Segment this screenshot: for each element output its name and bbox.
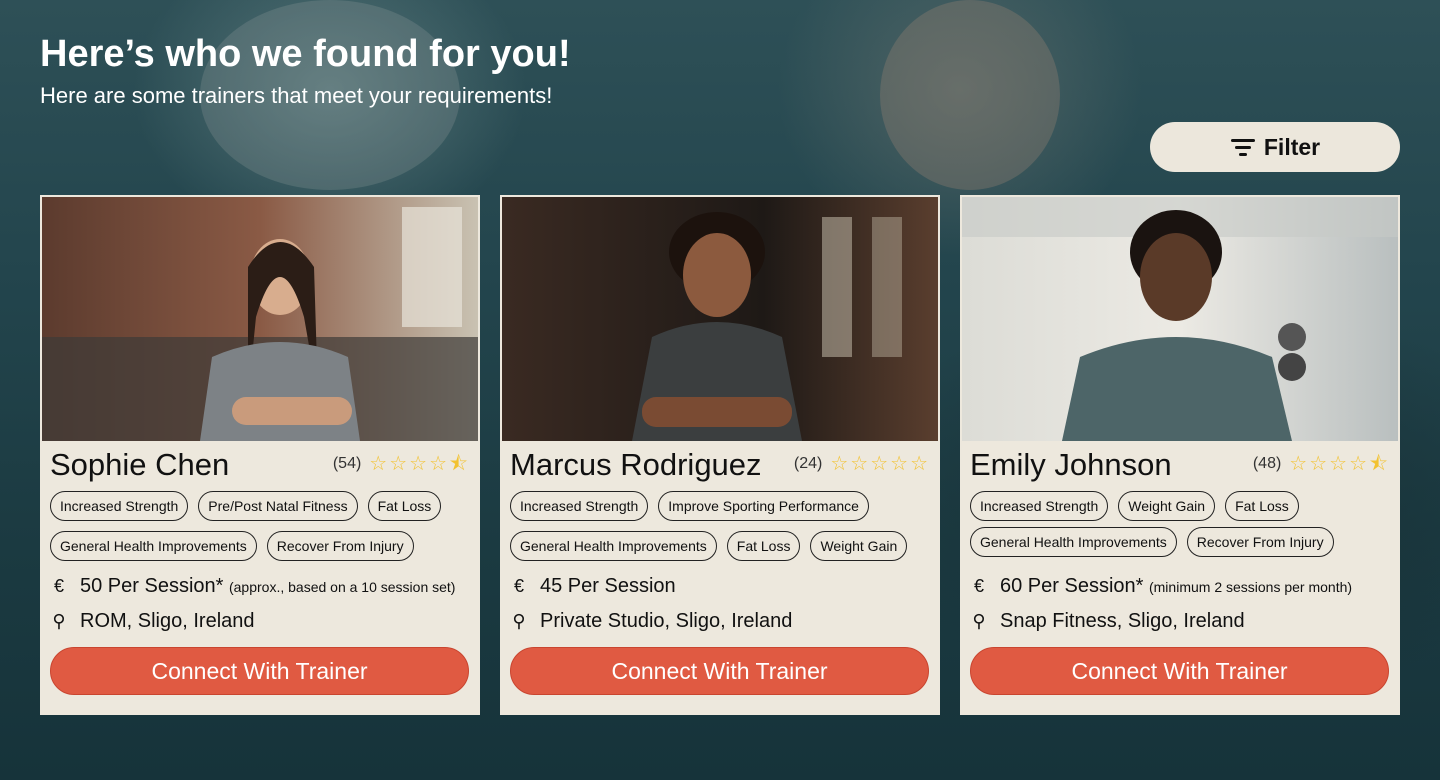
location-pin-icon: ⚲ (972, 611, 986, 631)
tag: Recover From Injury (266, 531, 414, 561)
tag: Increased Strength (50, 491, 189, 521)
tag: Weight Gain (810, 531, 908, 561)
price-note: (minimum 2 sessions per month) (1148, 579, 1353, 595)
filter-label: Filter (1263, 133, 1321, 160)
tag: Increased Strength (510, 491, 649, 521)
star-icon: ☆ (850, 453, 869, 475)
tag: Fat Loss (1225, 491, 1299, 521)
location-row: ⚲ Snap Fitness, Sligo, Ireland (970, 610, 1245, 633)
location-pin-icon: ⚲ (512, 611, 526, 631)
tag: General Health Improvements (50, 531, 257, 561)
star-icon: ☆ (870, 453, 889, 475)
trainer-name: Marcus Rodriguez (510, 447, 762, 482)
page-header: Here’s who we found for you! Here are so… (40, 30, 571, 110)
price: 45 Per Session (540, 575, 676, 597)
euro-icon: € (53, 576, 64, 596)
tag: Weight Gain (1118, 491, 1216, 521)
euro-icon: € (513, 576, 524, 596)
tag-list: Increased Strength Improve Sporting Perf… (510, 491, 935, 561)
star-icon: ☆ (409, 453, 428, 475)
page-subtitle: Here are some trainers that meet your re… (40, 83, 553, 108)
trainer-name: Emily Johnson (970, 447, 1172, 482)
tag: Recover From Injury (1186, 527, 1334, 557)
star-icon: ☆ (1329, 453, 1348, 475)
rating: (48) ☆ ☆ ☆ ☆ ⯪ (1253, 454, 1388, 474)
tag: Increased Strength (970, 491, 1109, 521)
location-row: ⚲ Private Studio, Sligo, Ireland (510, 610, 792, 633)
trainer-photo (962, 197, 1398, 441)
star-icon: ☆ (830, 453, 849, 475)
rating: (54) ☆ ☆ ☆ ☆ ⯪ (333, 454, 468, 474)
tag: General Health Improvements (970, 527, 1177, 557)
review-count: (48) (1252, 455, 1282, 472)
trainer-card: Sophie Chen (54) ☆ ☆ ☆ ☆ ⯪ Increased Str… (40, 195, 480, 715)
star-icon: ☆ (1309, 453, 1328, 475)
tag: General Health Improvements (510, 531, 717, 561)
trainer-photo (502, 197, 938, 441)
euro-icon: € (973, 576, 984, 596)
trainer-card: Marcus Rodriguez (24) ☆ ☆ ☆ ☆ ☆ Increase… (500, 195, 940, 715)
filter-icon (1230, 137, 1256, 157)
price-row: € 60 Per Session* (minimum 2 sessions pe… (970, 575, 1352, 598)
connect-with-trainer-button[interactable]: Connect With Trainer (510, 647, 929, 695)
review-count: (54) (332, 455, 362, 472)
price: 60 Per Session* (1000, 575, 1144, 597)
trainer-card: Emily Johnson (48) ☆ ☆ ☆ ☆ ⯪ Increased S… (960, 195, 1400, 715)
trainer-photo (42, 197, 478, 441)
half-star-icon: ⯪ (1369, 453, 1388, 475)
tag-list: Increased Strength Pre/Post Natal Fitnes… (50, 491, 475, 561)
star-icon: ☆ (1289, 453, 1308, 475)
star-icon: ☆ (369, 453, 388, 475)
tag-list: Increased Strength Weight Gain Fat Loss … (970, 491, 1395, 557)
location-pin-icon: ⚲ (52, 611, 66, 631)
location-row: ⚲ ROM, Sligo, Ireland (50, 610, 255, 633)
page-title: Here’s who we found for you! (40, 33, 571, 75)
tag: Improve Sporting Performance (658, 491, 869, 521)
star-icon: ☆ (890, 453, 909, 475)
connect-with-trainer-button[interactable]: Connect With Trainer (970, 647, 1389, 695)
tag: Fat Loss (726, 531, 801, 561)
star-icon: ☆ (389, 453, 408, 475)
location: ROM, Sligo, Ireland (80, 610, 255, 632)
price-row: € 45 Per Session (510, 575, 676, 598)
location: Snap Fitness, Sligo, Ireland (1000, 610, 1245, 632)
trainer-name: Sophie Chen (50, 447, 230, 482)
connect-with-trainer-button[interactable]: Connect With Trainer (50, 647, 469, 695)
rating: (24) ☆ ☆ ☆ ☆ ☆ (794, 454, 928, 474)
tag: Fat Loss (367, 491, 442, 521)
price-note: (approx., based on a 10 session set) (228, 579, 456, 595)
half-star-icon: ⯪ (449, 453, 468, 475)
price: 50 Per Session* (80, 575, 224, 597)
star-icon: ☆ (429, 453, 448, 475)
location: Private Studio, Sligo, Ireland (540, 610, 793, 632)
star-icon: ☆ (910, 453, 928, 475)
tag: Pre/Post Natal Fitness (198, 491, 358, 521)
review-count: (24) (793, 455, 823, 472)
star-icon: ☆ (1349, 453, 1368, 475)
filter-button[interactable]: Filter (1150, 122, 1400, 172)
price-row: € 50 Per Session* (approx., based on a 1… (50, 575, 455, 598)
